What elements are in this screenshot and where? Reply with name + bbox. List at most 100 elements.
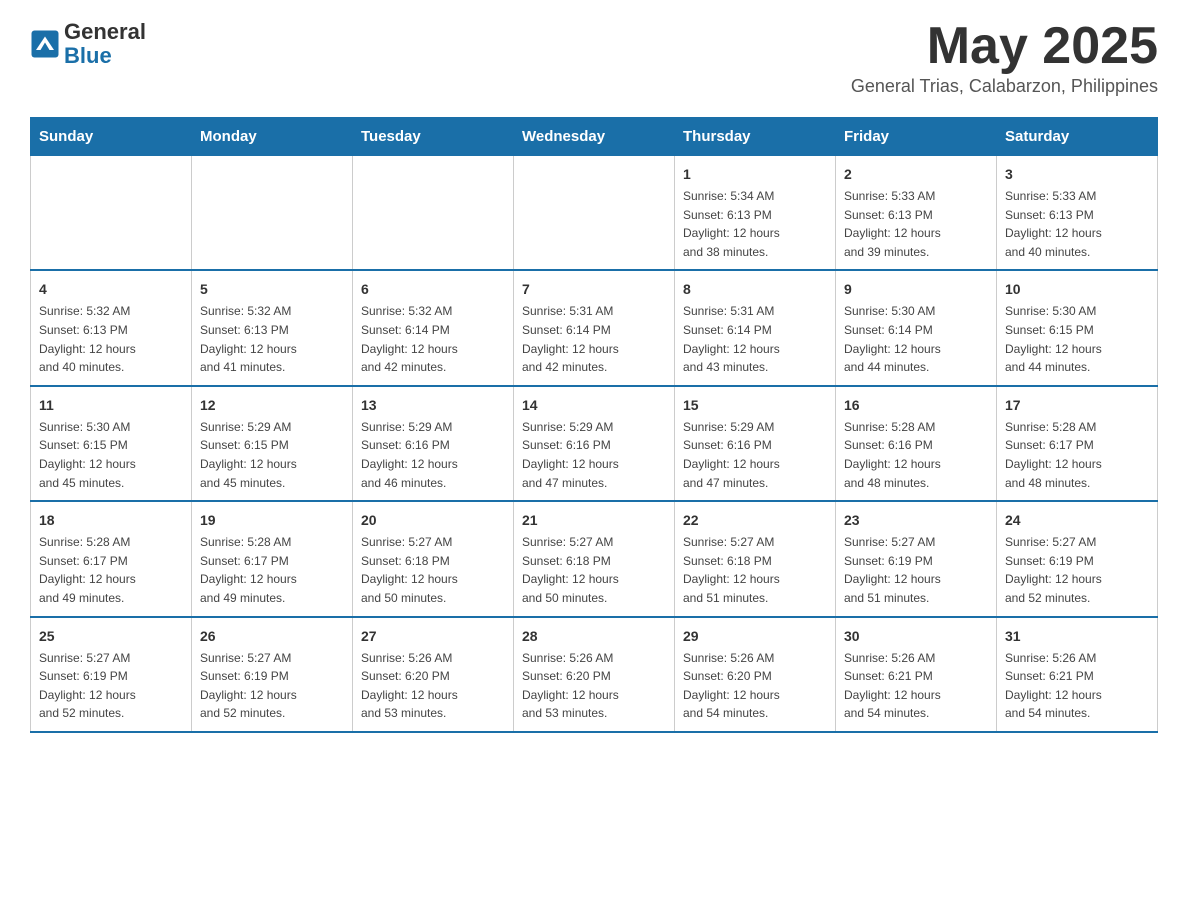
- day-number: 10: [1005, 279, 1149, 300]
- day-info: Sunrise: 5:30 AM Sunset: 6:15 PM Dayligh…: [39, 418, 183, 492]
- week-row-1: 1Sunrise: 5:34 AM Sunset: 6:13 PM Daylig…: [31, 156, 1158, 271]
- day-info: Sunrise: 5:28 AM Sunset: 6:17 PM Dayligh…: [1005, 418, 1149, 492]
- calendar-cell: 23Sunrise: 5:27 AM Sunset: 6:19 PM Dayli…: [836, 501, 997, 616]
- day-number: 15: [683, 395, 827, 416]
- day-info: Sunrise: 5:31 AM Sunset: 6:14 PM Dayligh…: [522, 302, 666, 376]
- calendar-cell: 14Sunrise: 5:29 AM Sunset: 6:16 PM Dayli…: [514, 386, 675, 501]
- day-number: 6: [361, 279, 505, 300]
- logo-icon: [30, 29, 60, 59]
- logo: GeneralBlue: [30, 20, 146, 68]
- day-info: Sunrise: 5:32 AM Sunset: 6:14 PM Dayligh…: [361, 302, 505, 376]
- day-info: Sunrise: 5:26 AM Sunset: 6:20 PM Dayligh…: [522, 649, 666, 723]
- calendar-cell: 11Sunrise: 5:30 AM Sunset: 6:15 PM Dayli…: [31, 386, 192, 501]
- day-number: 21: [522, 510, 666, 531]
- calendar-cell: 12Sunrise: 5:29 AM Sunset: 6:15 PM Dayli…: [192, 386, 353, 501]
- calendar-cell: 10Sunrise: 5:30 AM Sunset: 6:15 PM Dayli…: [997, 270, 1158, 385]
- calendar-cell: 4Sunrise: 5:32 AM Sunset: 6:13 PM Daylig…: [31, 270, 192, 385]
- day-number: 27: [361, 626, 505, 647]
- day-number: 24: [1005, 510, 1149, 531]
- calendar-cell: 18Sunrise: 5:28 AM Sunset: 6:17 PM Dayli…: [31, 501, 192, 616]
- calendar-table: SundayMondayTuesdayWednesdayThursdayFrid…: [30, 117, 1158, 733]
- week-row-3: 11Sunrise: 5:30 AM Sunset: 6:15 PM Dayli…: [31, 386, 1158, 501]
- day-info: Sunrise: 5:31 AM Sunset: 6:14 PM Dayligh…: [683, 302, 827, 376]
- calendar-cell: 13Sunrise: 5:29 AM Sunset: 6:16 PM Dayli…: [353, 386, 514, 501]
- day-info: Sunrise: 5:28 AM Sunset: 6:17 PM Dayligh…: [200, 533, 344, 607]
- day-info: Sunrise: 5:26 AM Sunset: 6:21 PM Dayligh…: [1005, 649, 1149, 723]
- calendar-cell: 1Sunrise: 5:34 AM Sunset: 6:13 PM Daylig…: [675, 156, 836, 271]
- page-header: GeneralBlue May 2025 General Trias, Cala…: [30, 20, 1158, 97]
- day-info: Sunrise: 5:32 AM Sunset: 6:13 PM Dayligh…: [39, 302, 183, 376]
- day-info: Sunrise: 5:34 AM Sunset: 6:13 PM Dayligh…: [683, 187, 827, 261]
- day-number: 17: [1005, 395, 1149, 416]
- day-number: 14: [522, 395, 666, 416]
- title-block: May 2025 General Trias, Calabarzon, Phil…: [851, 20, 1158, 97]
- day-number: 26: [200, 626, 344, 647]
- logo-text: GeneralBlue: [64, 20, 146, 68]
- calendar-cell: 17Sunrise: 5:28 AM Sunset: 6:17 PM Dayli…: [997, 386, 1158, 501]
- day-info: Sunrise: 5:26 AM Sunset: 6:20 PM Dayligh…: [683, 649, 827, 723]
- day-info: Sunrise: 5:28 AM Sunset: 6:16 PM Dayligh…: [844, 418, 988, 492]
- week-row-4: 18Sunrise: 5:28 AM Sunset: 6:17 PM Dayli…: [31, 501, 1158, 616]
- day-info: Sunrise: 5:33 AM Sunset: 6:13 PM Dayligh…: [844, 187, 988, 261]
- day-info: Sunrise: 5:32 AM Sunset: 6:13 PM Dayligh…: [200, 302, 344, 376]
- calendar-cell: 27Sunrise: 5:26 AM Sunset: 6:20 PM Dayli…: [353, 617, 514, 732]
- day-info: Sunrise: 5:29 AM Sunset: 6:16 PM Dayligh…: [361, 418, 505, 492]
- day-info: Sunrise: 5:29 AM Sunset: 6:16 PM Dayligh…: [683, 418, 827, 492]
- calendar-cell: [192, 156, 353, 271]
- calendar-cell: 22Sunrise: 5:27 AM Sunset: 6:18 PM Dayli…: [675, 501, 836, 616]
- day-number: 25: [39, 626, 183, 647]
- calendar-cell: 31Sunrise: 5:26 AM Sunset: 6:21 PM Dayli…: [997, 617, 1158, 732]
- day-info: Sunrise: 5:27 AM Sunset: 6:18 PM Dayligh…: [522, 533, 666, 607]
- calendar-cell: 24Sunrise: 5:27 AM Sunset: 6:19 PM Dayli…: [997, 501, 1158, 616]
- day-number: 28: [522, 626, 666, 647]
- day-number: 13: [361, 395, 505, 416]
- day-info: Sunrise: 5:30 AM Sunset: 6:15 PM Dayligh…: [1005, 302, 1149, 376]
- calendar-cell: 6Sunrise: 5:32 AM Sunset: 6:14 PM Daylig…: [353, 270, 514, 385]
- calendar-cell: [514, 156, 675, 271]
- calendar-cell: 9Sunrise: 5:30 AM Sunset: 6:14 PM Daylig…: [836, 270, 997, 385]
- day-info: Sunrise: 5:26 AM Sunset: 6:20 PM Dayligh…: [361, 649, 505, 723]
- day-number: 12: [200, 395, 344, 416]
- day-number: 20: [361, 510, 505, 531]
- week-row-5: 25Sunrise: 5:27 AM Sunset: 6:19 PM Dayli…: [31, 617, 1158, 732]
- col-header-saturday: Saturday: [997, 118, 1158, 156]
- day-number: 8: [683, 279, 827, 300]
- week-row-2: 4Sunrise: 5:32 AM Sunset: 6:13 PM Daylig…: [31, 270, 1158, 385]
- col-header-sunday: Sunday: [31, 118, 192, 156]
- location: General Trias, Calabarzon, Philippines: [851, 76, 1158, 97]
- calendar-cell: 19Sunrise: 5:28 AM Sunset: 6:17 PM Dayli…: [192, 501, 353, 616]
- day-info: Sunrise: 5:27 AM Sunset: 6:19 PM Dayligh…: [1005, 533, 1149, 607]
- day-info: Sunrise: 5:33 AM Sunset: 6:13 PM Dayligh…: [1005, 187, 1149, 261]
- calendar-cell: 8Sunrise: 5:31 AM Sunset: 6:14 PM Daylig…: [675, 270, 836, 385]
- calendar-cell: 21Sunrise: 5:27 AM Sunset: 6:18 PM Dayli…: [514, 501, 675, 616]
- day-info: Sunrise: 5:27 AM Sunset: 6:18 PM Dayligh…: [683, 533, 827, 607]
- day-number: 9: [844, 279, 988, 300]
- day-number: 3: [1005, 164, 1149, 185]
- day-number: 31: [1005, 626, 1149, 647]
- col-header-wednesday: Wednesday: [514, 118, 675, 156]
- calendar-cell: 5Sunrise: 5:32 AM Sunset: 6:13 PM Daylig…: [192, 270, 353, 385]
- header-row: SundayMondayTuesdayWednesdayThursdayFrid…: [31, 118, 1158, 156]
- calendar-cell: 20Sunrise: 5:27 AM Sunset: 6:18 PM Dayli…: [353, 501, 514, 616]
- col-header-monday: Monday: [192, 118, 353, 156]
- day-number: 1: [683, 164, 827, 185]
- calendar-cell: 15Sunrise: 5:29 AM Sunset: 6:16 PM Dayli…: [675, 386, 836, 501]
- calendar-cell: [353, 156, 514, 271]
- day-number: 18: [39, 510, 183, 531]
- day-number: 4: [39, 279, 183, 300]
- day-info: Sunrise: 5:28 AM Sunset: 6:17 PM Dayligh…: [39, 533, 183, 607]
- day-number: 2: [844, 164, 988, 185]
- day-info: Sunrise: 5:29 AM Sunset: 6:16 PM Dayligh…: [522, 418, 666, 492]
- col-header-thursday: Thursday: [675, 118, 836, 156]
- calendar-cell: [31, 156, 192, 271]
- day-info: Sunrise: 5:26 AM Sunset: 6:21 PM Dayligh…: [844, 649, 988, 723]
- day-number: 30: [844, 626, 988, 647]
- day-info: Sunrise: 5:27 AM Sunset: 6:19 PM Dayligh…: [844, 533, 988, 607]
- day-number: 22: [683, 510, 827, 531]
- day-number: 5: [200, 279, 344, 300]
- day-info: Sunrise: 5:29 AM Sunset: 6:15 PM Dayligh…: [200, 418, 344, 492]
- day-info: Sunrise: 5:27 AM Sunset: 6:19 PM Dayligh…: [39, 649, 183, 723]
- day-number: 19: [200, 510, 344, 531]
- calendar-cell: 29Sunrise: 5:26 AM Sunset: 6:20 PM Dayli…: [675, 617, 836, 732]
- calendar-cell: 30Sunrise: 5:26 AM Sunset: 6:21 PM Dayli…: [836, 617, 997, 732]
